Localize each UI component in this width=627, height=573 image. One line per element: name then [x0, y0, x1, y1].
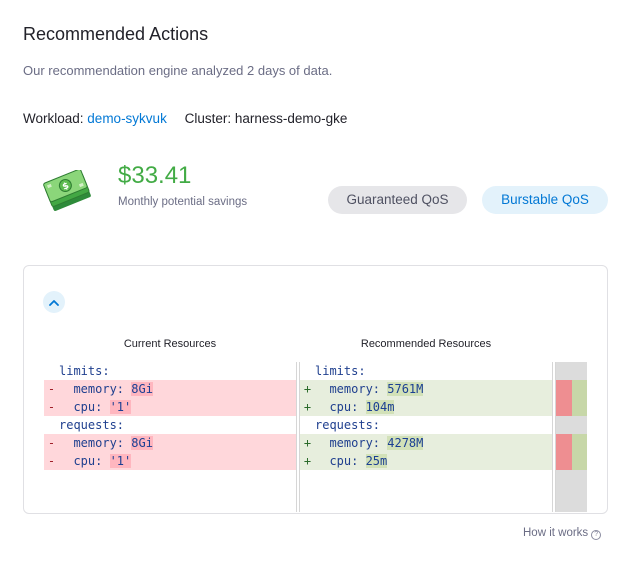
diff-sign: +: [303, 400, 312, 414]
diff-sign: +: [303, 382, 312, 396]
how-it-works-link[interactable]: How it works?: [523, 527, 602, 540]
how-it-works-label: How it works: [523, 527, 589, 539]
cluster-label: Cluster:: [184, 111, 232, 126]
diff-key: memory: [59, 436, 117, 450]
current-resources-header: Current Resources: [123, 338, 217, 350]
diff-key: cpu: [315, 400, 352, 414]
cluster-name: harness-demo-gke: [234, 111, 348, 126]
diff-key: memory: [59, 382, 117, 396]
diff-value: '1': [109, 454, 132, 468]
guaranteed-qos-button[interactable]: Guaranteed QoS: [328, 186, 467, 214]
diff-value: 4278M: [387, 436, 424, 450]
diff-sign: -: [47, 400, 56, 414]
diff-line: - cpu: '1': [44, 398, 296, 416]
diff-line: + cpu: 104m: [300, 398, 552, 416]
diff-line: limits:: [44, 362, 296, 380]
diff-separator: :: [116, 418, 125, 432]
diff-value: '1': [109, 400, 132, 414]
diff-key: limits: [315, 364, 359, 378]
diff-key: cpu: [59, 400, 96, 414]
diff-line: limits:: [300, 362, 552, 380]
diff-sign: +: [303, 454, 312, 468]
diff-separator: :: [351, 454, 366, 468]
diff-key: memory: [315, 436, 373, 450]
diff-line: requests:: [300, 416, 552, 434]
page-subtitle: Our recommendation engine analyzed 2 day…: [23, 63, 333, 78]
diff-separator: :: [372, 382, 388, 396]
diff-key: cpu: [59, 454, 96, 468]
diff-key: memory: [315, 382, 373, 396]
diff-value: 104m: [365, 400, 395, 414]
diff-value: 25m: [365, 454, 388, 468]
workload-link[interactable]: demo-sykvuk: [87, 111, 167, 126]
diff-overview-ruler[interactable]: [556, 362, 587, 512]
diff-separator: :: [116, 436, 132, 450]
diff-line: + memory: 5761M: [300, 380, 552, 398]
workload-label: Workload:: [23, 111, 84, 126]
diff-separator: :: [116, 382, 132, 396]
workload-info: Workload: demo-sykvuk Cluster: harness-d…: [23, 111, 347, 126]
question-circle-icon: ?: [591, 530, 602, 540]
money-icon: $: [42, 168, 94, 214]
diff-sign: [300, 362, 315, 380]
page-title: Recommended Actions: [23, 24, 209, 44]
diff-gutter: [296, 362, 300, 512]
overview-added-marker: [572, 380, 587, 416]
diff-line: - memory: 8Gi: [44, 434, 296, 452]
savings-label: Monthly potential savings: [118, 196, 248, 208]
burstable-qos-button[interactable]: Burstable QoS: [482, 186, 608, 214]
diff-sign: [300, 416, 315, 434]
diff-separator: :: [102, 364, 110, 378]
diff-value: 5761M: [387, 382, 424, 396]
diff-key: requests: [59, 418, 117, 432]
diff-separator: :: [95, 400, 110, 414]
diff-value: 8Gi: [131, 436, 153, 450]
savings-amount: $33.41: [118, 162, 192, 189]
diff-sign: -: [47, 382, 56, 396]
diff-separator: :: [95, 454, 110, 468]
diff-sign: -: [47, 454, 56, 468]
diff-line: requests:: [44, 416, 296, 434]
diff-line: + memory: 4278M: [300, 434, 552, 452]
diff-key: requests: [315, 418, 373, 432]
diff-key: limits: [59, 364, 103, 378]
diff-sign: +: [303, 436, 312, 450]
collapse-button[interactable]: [43, 291, 65, 313]
diff-sign: [44, 362, 59, 380]
diff-separator: :: [372, 418, 381, 432]
overview-added-marker: [572, 434, 587, 470]
diff-sign: [44, 416, 59, 434]
diff-line: - cpu: '1': [44, 452, 296, 470]
diff-sign: -: [47, 436, 56, 450]
diff-line: - memory: 8Gi: [44, 380, 296, 398]
diff-key: cpu: [315, 454, 352, 468]
chevron-up-icon: [49, 293, 59, 311]
overview-deleted-marker: [556, 434, 572, 470]
diff-separator: :: [372, 436, 388, 450]
diff-value: 8Gi: [131, 382, 153, 396]
diff-line: + cpu: 25m: [300, 452, 552, 470]
overview-deleted-marker: [556, 380, 572, 416]
recommended-resources-header: Recommended Resources: [360, 338, 492, 350]
diff-separator: :: [358, 364, 366, 378]
diff-separator: :: [351, 400, 366, 414]
